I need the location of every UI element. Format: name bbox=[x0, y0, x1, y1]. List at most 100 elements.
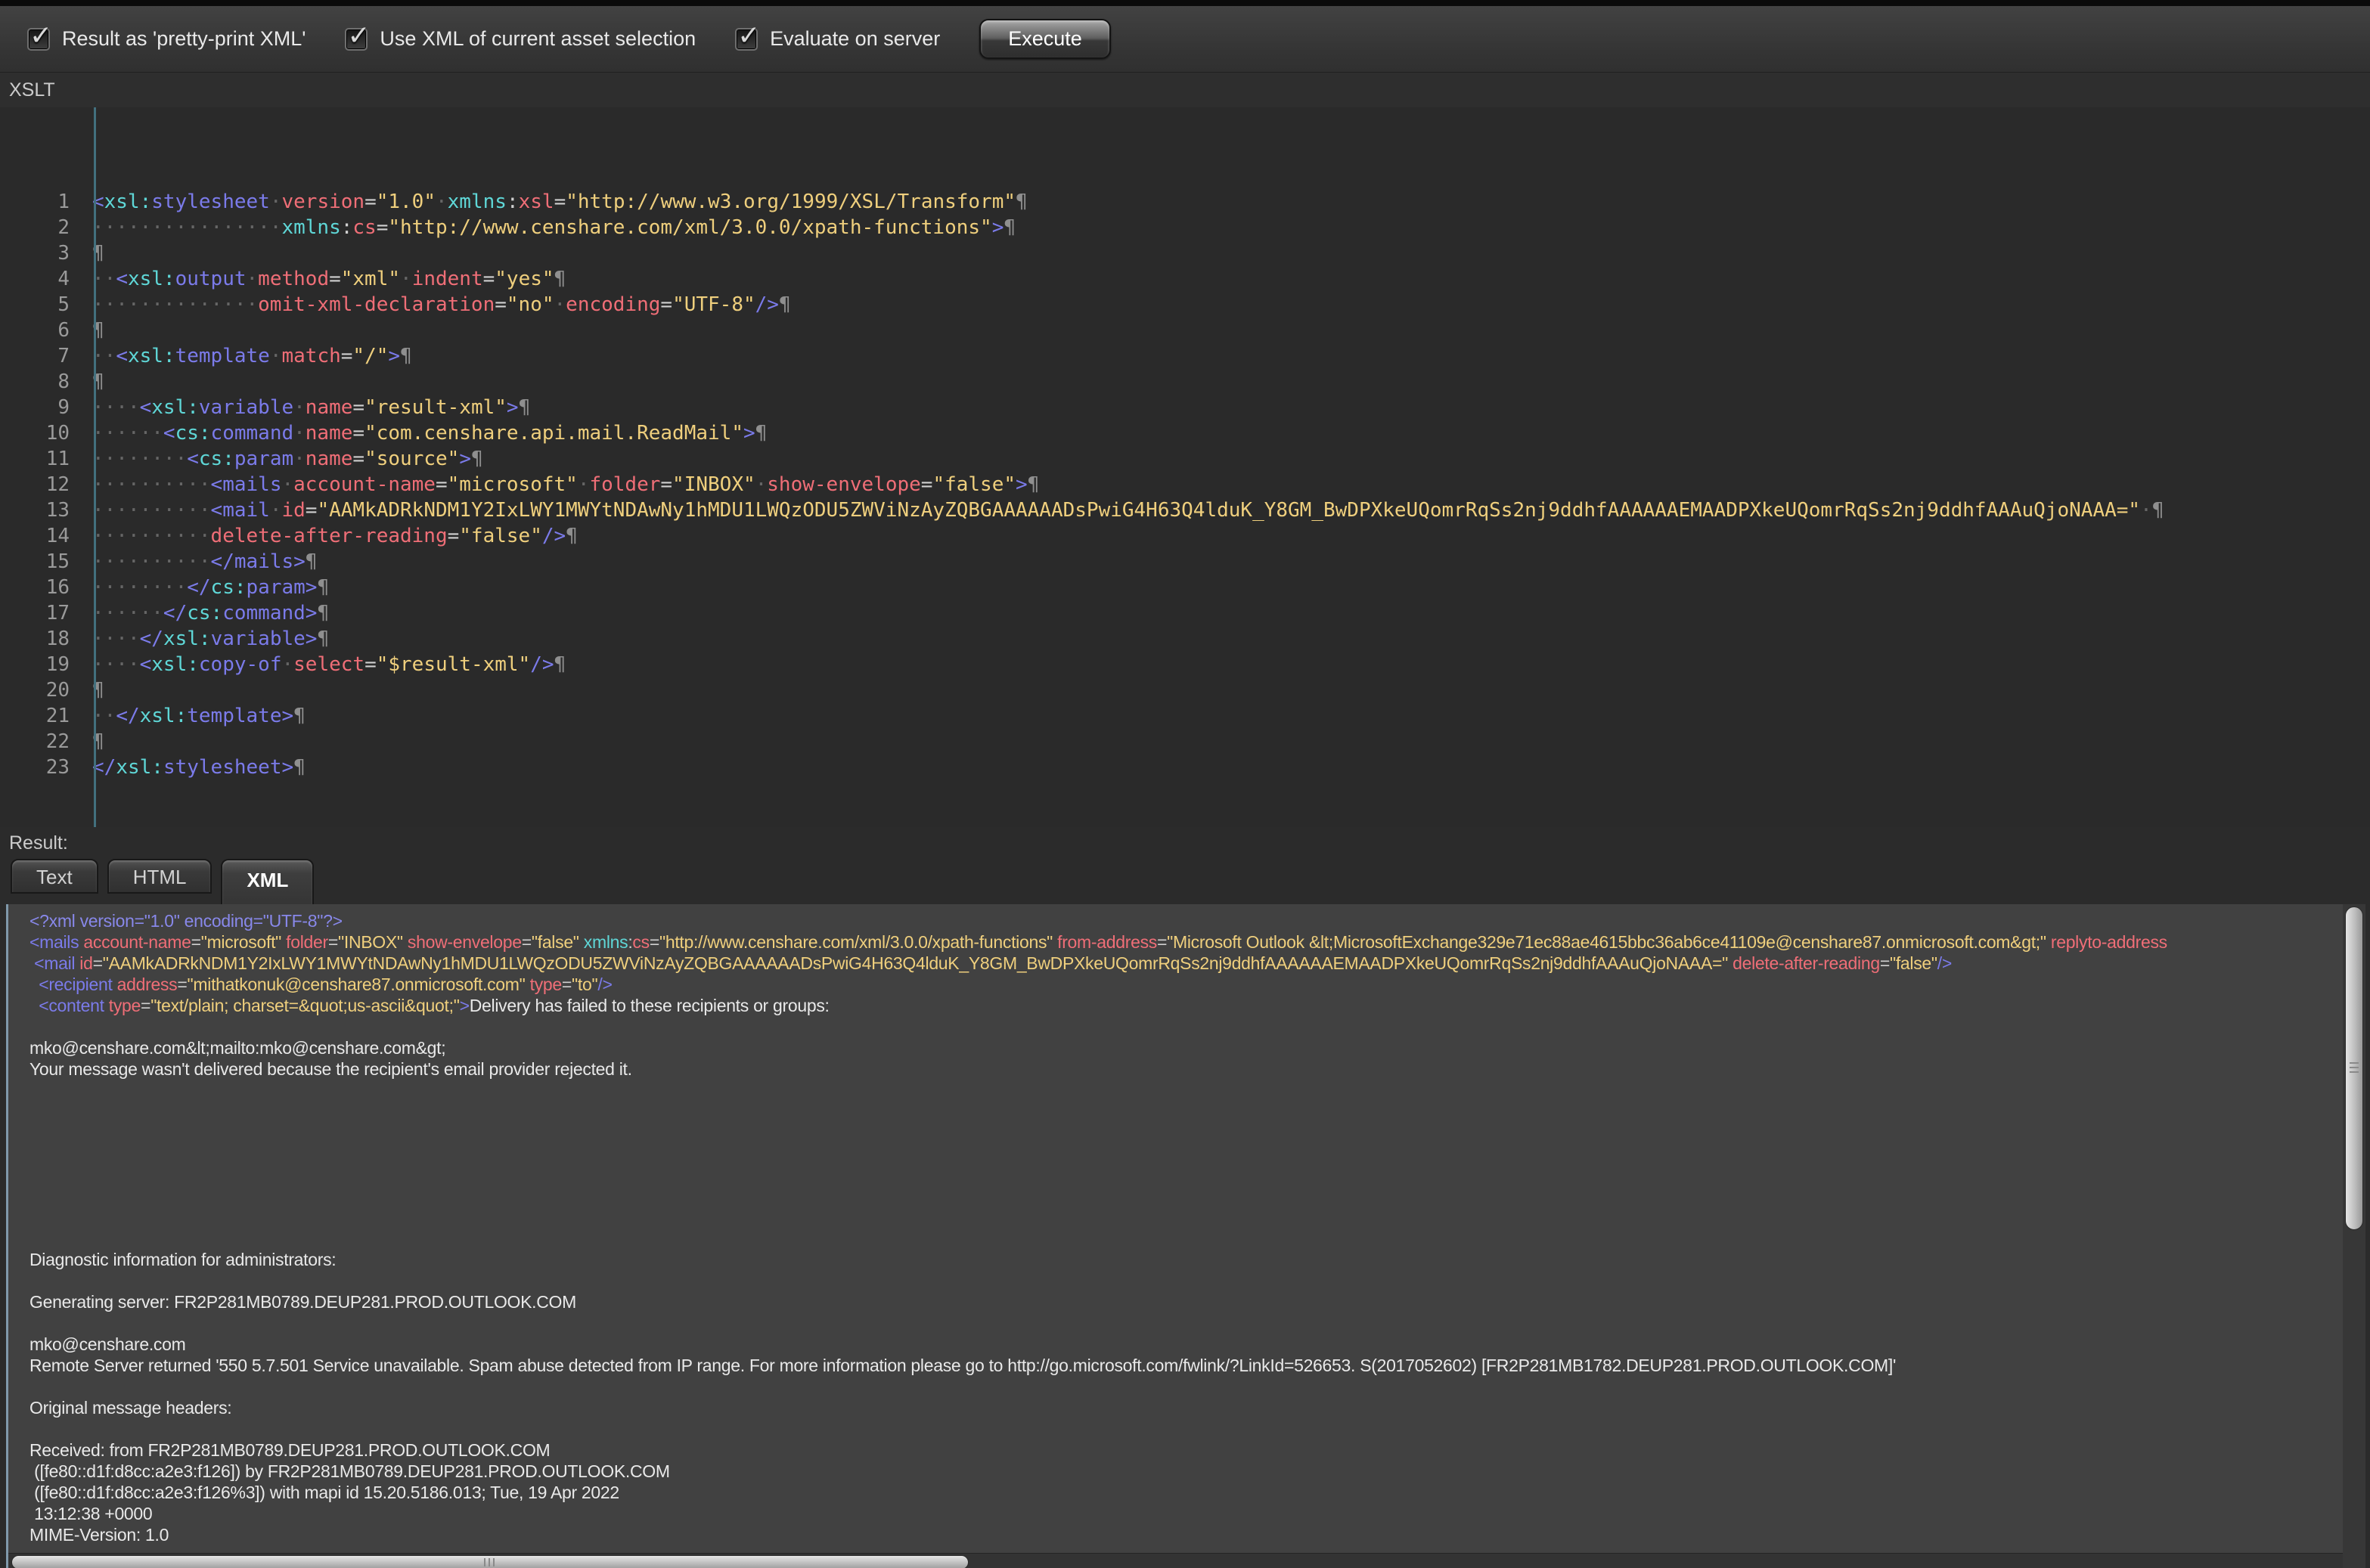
syntax-token: > bbox=[743, 422, 755, 445]
result-line bbox=[29, 1164, 2365, 1185]
syntax-token: variable> bbox=[211, 628, 318, 650]
syntax-token: xmlns bbox=[448, 191, 507, 213]
syntax-token: xmlns bbox=[281, 216, 340, 239]
syntax-token: ¶ bbox=[293, 705, 306, 727]
syntax-token: /> bbox=[542, 525, 566, 547]
result-line bbox=[29, 1122, 2365, 1143]
evaluate-on-server-label: Evaluate on server bbox=[770, 27, 940, 51]
syntax-token: = bbox=[660, 473, 672, 496]
code-line: 10······<cs:command·name="com.censhare.a… bbox=[0, 420, 2370, 446]
result-line: Generating server: FR2P281MB0789.DEUP281… bbox=[29, 1291, 2365, 1312]
syntax-token: Delivery has failed to these recipients … bbox=[470, 996, 830, 1015]
result-line bbox=[29, 1143, 2365, 1164]
syntax-token: "mithatkonuk@censhare87.onmicrosoft.com" bbox=[188, 975, 526, 994]
syntax-token: mko@censhare.com bbox=[29, 1334, 185, 1354]
use-xml-of-asset-checkbox[interactable]: ✓ bbox=[345, 28, 368, 51]
evaluate-on-server-checkbox[interactable]: ✓ bbox=[735, 28, 758, 51]
result-line bbox=[29, 1312, 2365, 1334]
line-number: 18 bbox=[0, 626, 82, 652]
line-number: 6 bbox=[0, 318, 82, 343]
line-number: 7 bbox=[0, 343, 82, 369]
horizontal-scrollbar bbox=[8, 1553, 2343, 1568]
syntax-token: = bbox=[1157, 932, 1167, 952]
syntax-token: · bbox=[247, 268, 259, 290]
syntax-token: id bbox=[79, 953, 92, 973]
vertical-scrollbar-thumb[interactable] bbox=[2345, 906, 2363, 1230]
result-line bbox=[29, 1270, 2365, 1291]
syntax-token: name bbox=[306, 422, 353, 445]
use-xml-of-asset-label: Use XML of current asset selection bbox=[380, 27, 696, 51]
toolbar: ✓ Result as 'pretty-print XML' ✓ Use XML… bbox=[0, 6, 2370, 73]
syntax-token: < bbox=[140, 653, 152, 676]
code-line: 8¶ bbox=[0, 369, 2370, 395]
syntax-token: "microsoft" bbox=[201, 932, 281, 952]
checkbox-group-use-xml: ✓ Use XML of current asset selection bbox=[345, 27, 696, 51]
syntax-token: · bbox=[293, 422, 306, 445]
result-line: ([fe80::d1f:d8cc:a2e3:f126]) by FR2P281M… bbox=[29, 1461, 2365, 1482]
tab-text[interactable]: Text bbox=[11, 859, 98, 894]
result-line: ([fe80::d1f:d8cc:a2e3:f126%3]) with mapi… bbox=[29, 1482, 2365, 1503]
code-line: 16········</cs:param>¶ bbox=[0, 575, 2370, 600]
syntax-token: show-envelope bbox=[767, 473, 921, 496]
code-line: 1<xsl:stylesheet·version="1.0"·xmlns:xsl… bbox=[0, 189, 2370, 215]
syntax-token: xsl: bbox=[128, 268, 175, 290]
syntax-token: method bbox=[258, 268, 329, 290]
syntax-token: "false" bbox=[932, 473, 1016, 496]
syntax-token: = bbox=[448, 525, 460, 547]
syntax-token: delete-after-reading bbox=[1733, 953, 1880, 973]
syntax-token: · bbox=[554, 293, 566, 316]
syntax-token: · bbox=[293, 448, 306, 470]
syntax-token: "http://www.w3.org/1999/XSL/Transform" bbox=[566, 191, 1016, 213]
syntax-token: ([fe80::d1f:d8cc:a2e3:f126]) by FR2P281M… bbox=[29, 1461, 670, 1481]
syntax-token: cs: bbox=[187, 602, 222, 624]
syntax-token: > bbox=[992, 216, 1004, 239]
syntax-token: = bbox=[483, 268, 495, 290]
syntax-token: type bbox=[109, 996, 141, 1015]
syntax-token: "source" bbox=[364, 448, 459, 470]
syntax-token: ·············· bbox=[92, 293, 258, 316]
horizontal-scrollbar-thumb[interactable] bbox=[11, 1555, 969, 1568]
syntax-token: delete-after-reading bbox=[211, 525, 448, 547]
result-label: Result: bbox=[0, 832, 68, 854]
syntax-token: > bbox=[388, 345, 400, 367]
syntax-token: ¶ bbox=[293, 756, 306, 779]
syntax-token: · bbox=[270, 345, 282, 367]
result-line: Diagnostic information for administrator… bbox=[29, 1249, 2365, 1270]
result-line: Your message wasn't delivered because th… bbox=[29, 1058, 2365, 1080]
syntax-token: Generating server: FR2P281MB0789.DEUP281… bbox=[29, 1292, 576, 1312]
xslt-code-editor[interactable]: 1<xsl:stylesheet·version="1.0"·xmlns:xsl… bbox=[0, 107, 2370, 827]
result-line: mko@censhare.com&lt;mailto:mko@censhare.… bbox=[29, 1037, 2365, 1058]
code-lines: 1<xsl:stylesheet·version="1.0"·xmlns:xsl… bbox=[0, 189, 2370, 780]
syntax-token: · bbox=[436, 191, 448, 213]
syntax-token: template bbox=[175, 345, 270, 367]
syntax-token: output bbox=[175, 268, 247, 290]
syntax-token: xsl bbox=[519, 191, 554, 213]
syntax-token: "false" bbox=[459, 525, 542, 547]
syntax-token: = bbox=[352, 422, 364, 445]
syntax-token: ¶ bbox=[519, 396, 531, 419]
line-number: 21 bbox=[0, 703, 82, 729]
syntax-token: <?xml version="1.0" encoding="UTF-8"?> bbox=[29, 911, 343, 931]
pretty-print-xml-checkbox[interactable]: ✓ bbox=[27, 28, 50, 51]
line-number: 22 bbox=[0, 729, 82, 755]
syntax-token: = bbox=[328, 932, 338, 952]
result-line: MIME-Version: 1.0 bbox=[29, 1524, 2365, 1545]
syntax-token: "/" bbox=[352, 345, 388, 367]
result-line bbox=[29, 1101, 2365, 1122]
result-pane[interactable]: <?xml version="1.0" encoding="UTF-8"?><m… bbox=[6, 901, 2365, 1568]
tab-html[interactable]: HTML bbox=[107, 859, 212, 894]
syntax-token: ·········· bbox=[92, 550, 211, 573]
execute-button[interactable]: Execute bbox=[979, 19, 1111, 59]
syntax-token: template> bbox=[187, 705, 293, 727]
syntax-token: = bbox=[141, 996, 150, 1015]
syntax-token: ········ bbox=[92, 448, 187, 470]
syntax-token: from-address bbox=[1057, 932, 1157, 952]
syntax-token: = bbox=[341, 345, 353, 367]
syntax-token: </ bbox=[116, 705, 139, 727]
syntax-token: = bbox=[660, 293, 672, 316]
syntax-token: "microsoft" bbox=[448, 473, 578, 496]
syntax-token: = bbox=[364, 191, 377, 213]
syntax-token: · bbox=[400, 268, 412, 290]
code-line: 22¶ bbox=[0, 729, 2370, 755]
tab-xml[interactable]: XML bbox=[221, 859, 314, 904]
